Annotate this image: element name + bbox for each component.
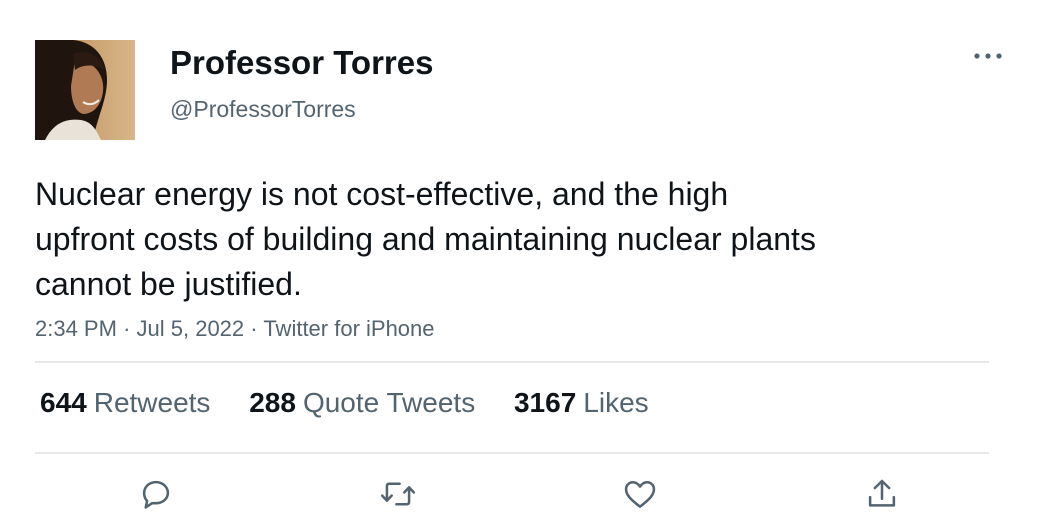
likes-count: 3167 [513, 387, 577, 418]
like-button[interactable] [620, 474, 660, 514]
quote-tweets-count: 288 [249, 387, 296, 418]
retweets-count: 644 [40, 387, 87, 418]
tweet-meta: 2:34 PM · Jul 5, 2022 · Twitter for iPho… [35, 316, 435, 342]
author-handle[interactable]: @ProfessorTorres [170, 96, 356, 123]
reply-icon [142, 480, 170, 509]
author-display-name[interactable]: Professor Torres [170, 44, 433, 82]
retweet-button[interactable] [378, 474, 418, 514]
avatar[interactable] [35, 40, 135, 140]
retweet-icon [380, 482, 416, 506]
retweets-stat[interactable]: 644 Retweets [40, 387, 210, 419]
avatar-photo [35, 40, 135, 140]
retweets-label: Retweets [93, 387, 211, 418]
tweet-time[interactable]: 2:34 PM [35, 316, 117, 341]
tweet-source[interactable]: Twitter for iPhone [263, 316, 434, 341]
more-options-icon[interactable] [968, 46, 1008, 66]
tweet-date[interactable]: Jul 5, 2022 [137, 316, 245, 341]
tweet-text: Nuclear energy is not cost-effective, an… [35, 176, 816, 302]
quote-tweets-stat[interactable]: 288 Quote Tweets [249, 387, 475, 419]
quote-tweets-label: Quote Tweets [302, 387, 476, 418]
tweet-stats: 644 Retweets 288 Quote Tweets 3167 Likes [40, 387, 680, 419]
likes-stat[interactable]: 3167 Likes [514, 387, 649, 419]
share-button[interactable] [862, 474, 902, 514]
divider [35, 452, 989, 454]
separator: · [123, 316, 137, 341]
heart-icon [624, 481, 656, 508]
divider [35, 361, 989, 363]
share-icon [868, 479, 896, 507]
reply-button[interactable] [136, 474, 176, 514]
separator: · [250, 316, 264, 341]
likes-label: Likes [583, 387, 649, 418]
